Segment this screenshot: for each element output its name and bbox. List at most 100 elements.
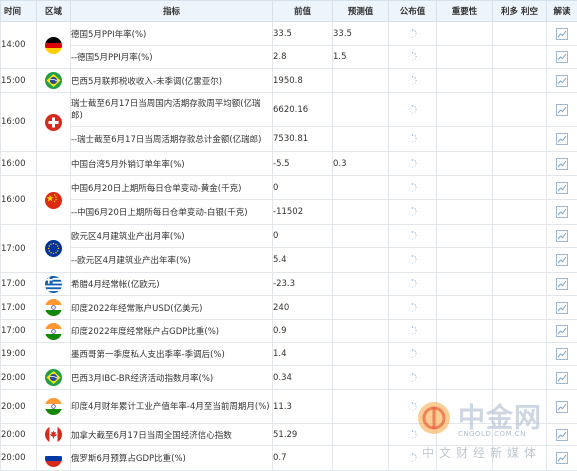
chart-icon[interactable] [556,325,568,337]
loading-icon [408,326,417,335]
previous-cell: 1950.8 [273,69,333,93]
chart-icon[interactable] [556,158,568,170]
forecast-cell: 33.5 [333,22,389,46]
importance-cell [437,69,493,93]
impact-cell [493,225,547,248]
published-cell [389,390,437,424]
interpret-cell [547,446,577,471]
chart-icon[interactable] [556,372,568,384]
table-row: 20:00 加拿大截至6月17日当周全国经济信心指数 51.29 [1,424,577,446]
time-cell: 16:00 [1,93,37,152]
importance-cell [437,296,493,320]
interpret-cell [547,366,577,390]
economic-calendar-table: 时间 区域 指标 前值 预测值 公布值 重要性 利多 利空 解读 14:00 德… [0,0,577,471]
indicator-cell: 巴西3月IBC-BR经济活动指数月率(%) [71,366,273,390]
previous-cell: 51.29 [273,424,333,446]
table-row: 17:00 欧元区4月建筑业产出月率(%) 0 [1,225,577,248]
header-previous: 前值 [273,1,333,22]
indicator-cell: 印度4月财年累计工业产值年率-4月至当前周期月(%) [71,390,273,424]
importance-cell [437,200,493,225]
table-row: 17:00 印度2022年度经常账户占GDP比重(%) 0.9 [1,320,577,343]
canada-flag [45,426,62,443]
published-cell [389,22,437,46]
chart-icon[interactable] [556,254,568,266]
chart-icon[interactable] [556,133,568,145]
interpret-cell [547,200,577,225]
forecast-cell [333,200,389,225]
chart-icon[interactable] [556,206,568,218]
indicator-cell: 印度2022年经常账户USD(亿美元) [71,296,273,320]
importance-cell [437,366,493,390]
region-cell [37,176,71,225]
loading-icon [408,183,417,192]
header-importance: 重要性 [437,1,493,22]
loading-icon [408,402,417,411]
table-row: 16:00 中国台湾5月外销订单年率(%) -5.5 0.3 [1,152,577,176]
previous-cell: 0.7 [273,446,333,471]
loading-icon [408,373,417,382]
published-cell [389,273,437,296]
impact-cell [493,69,547,93]
region-cell [37,69,71,93]
loading-icon [408,430,417,439]
region-cell [37,390,71,424]
indicator-cell: --欧元区4月建筑业产出年率(%) [71,248,273,273]
brazil-flag [45,72,62,89]
region-cell [37,152,71,176]
greece-flag [45,276,62,293]
table-row: 20:00 巴西3月IBC-BR经济活动指数月率(%) 0.34 [1,366,577,390]
loading-icon [408,134,417,143]
impact-cell [493,273,547,296]
chart-icon[interactable] [556,28,568,40]
chart-icon[interactable] [556,182,568,194]
previous-cell: -23.3 [273,273,333,296]
loading-icon [408,231,417,240]
indicator-cell: --瑞士截至6月17日当周活期存款总计金额(亿瑞郎) [71,127,273,152]
forecast-cell [333,248,389,273]
loading-icon [408,303,417,312]
time-cell: 14:00 [1,22,37,69]
published-cell [389,446,437,471]
loading-icon [408,159,417,168]
published-cell [389,248,437,273]
chart-icon[interactable] [556,230,568,242]
impact-cell [493,320,547,343]
chart-icon[interactable] [556,401,568,413]
chart-icon[interactable] [556,51,568,63]
loading-icon [408,349,417,358]
previous-cell: 11.3 [273,390,333,424]
time-cell: 17:00 [1,320,37,343]
interpret-cell [547,225,577,248]
importance-cell [437,93,493,127]
published-cell [389,69,437,93]
chart-icon[interactable] [556,452,568,464]
chart-icon[interactable] [556,278,568,290]
forecast-cell [333,93,389,127]
loading-icon [408,207,417,216]
impact-cell [493,366,547,390]
impact-cell [493,200,547,225]
chart-icon[interactable] [556,104,568,116]
indicator-cell: 瑞士截至6月17日当周国内活期存款周平均额(亿瑞郎) [71,93,273,127]
impact-cell [493,46,547,69]
previous-cell: 0.34 [273,366,333,390]
header-impact: 利多 利空 [493,1,547,22]
interpret-cell [547,320,577,343]
interpret-cell [547,273,577,296]
indicator-cell: 欧元区4月建筑业产出月率(%) [71,225,273,248]
previous-cell: 0.9 [273,320,333,343]
chart-icon[interactable] [556,302,568,314]
interpret-cell [547,390,577,424]
importance-cell [437,46,493,69]
chart-icon[interactable] [556,348,568,360]
header-interpret: 解读 [547,1,577,22]
impact-cell [493,446,547,471]
table-row: 17:00 希腊4月经常帐(亿欧元) -23.3 [1,273,577,296]
published-cell [389,343,437,366]
table-row: 16:00 中国6月20日上期所每日仓单变动-黄金(千克) 0 [1,176,577,200]
chart-icon[interactable] [556,429,568,441]
chart-icon[interactable] [556,75,568,87]
previous-cell: 0 [273,176,333,200]
published-cell [389,225,437,248]
india-flag [45,398,62,415]
